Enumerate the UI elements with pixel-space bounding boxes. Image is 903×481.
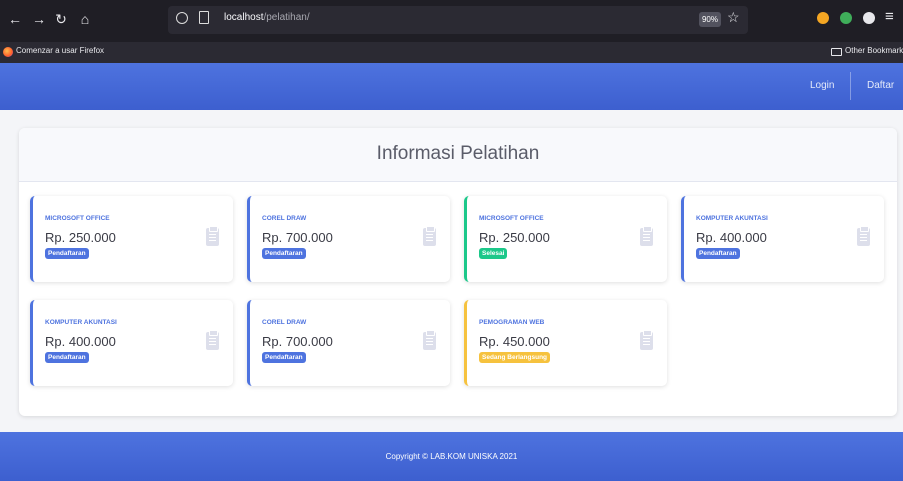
folder-icon bbox=[831, 48, 842, 56]
status-badge: Selesai bbox=[479, 248, 508, 259]
status-badge: Pendaftaran bbox=[45, 248, 89, 259]
star-icon[interactable]: ☆ bbox=[727, 9, 740, 26]
url-host: localhost bbox=[224, 12, 264, 23]
panel-header: Informasi Pelatihan bbox=[19, 128, 897, 182]
copyright-text: Copyright © LAB.KOM UNISKA 2021 bbox=[385, 452, 518, 461]
page-icon bbox=[199, 11, 209, 24]
status-badge: Pendaftaran bbox=[45, 352, 89, 363]
reload-icon[interactable]: ↻ bbox=[52, 10, 70, 28]
footer: Copyright © LAB.KOM UNISKA 2021 bbox=[0, 432, 903, 481]
clipboard-icon bbox=[857, 226, 870, 246]
nav-divider bbox=[850, 72, 851, 100]
training-name: PEMOGRAMAN WEB bbox=[479, 319, 545, 326]
training-card[interactable]: MICROSOFT OFFICE Rp. 250.000 Selesai bbox=[464, 196, 667, 282]
bookmark-other[interactable]: Other Bookmarks bbox=[845, 46, 903, 55]
login-link[interactable]: Login bbox=[810, 80, 834, 91]
training-card[interactable]: COREL DRAW Rp. 700.000 Pendaftaran bbox=[247, 196, 450, 282]
zoom-badge[interactable]: 90% bbox=[699, 12, 721, 27]
training-name: COREL DRAW bbox=[262, 215, 307, 222]
browser-toolbar: ← → ↻ ⌂ localhost/pelatihan/ 90% ☆ ≡ bbox=[0, 0, 903, 42]
home-icon[interactable]: ⌂ bbox=[76, 10, 94, 28]
extension-icon[interactable] bbox=[863, 12, 875, 24]
clipboard-icon bbox=[206, 330, 219, 350]
training-price: Rp. 250.000 bbox=[479, 230, 550, 245]
training-price: Rp. 400.000 bbox=[45, 334, 116, 349]
url-path: /pelatihan/ bbox=[263, 12, 310, 23]
training-name: COREL DRAW bbox=[262, 319, 307, 326]
forward-icon[interactable]: → bbox=[30, 10, 48, 28]
app-navbar: Login Daftar bbox=[0, 63, 903, 110]
training-name: MICROSOFT OFFICE bbox=[479, 215, 544, 222]
extension-icon[interactable] bbox=[840, 12, 852, 24]
status-badge: Pendaftaran bbox=[262, 248, 306, 259]
clipboard-icon bbox=[640, 330, 653, 350]
training-price: Rp. 700.000 bbox=[262, 230, 333, 245]
back-icon[interactable]: ← bbox=[6, 10, 24, 28]
status-badge: Pendaftaran bbox=[262, 352, 306, 363]
bookmark-firefox[interactable]: Comenzar a usar Firefox bbox=[16, 46, 104, 55]
extension-icon[interactable] bbox=[817, 12, 829, 24]
training-price: Rp. 700.000 bbox=[262, 334, 333, 349]
shield-icon[interactable] bbox=[176, 12, 188, 24]
training-price: Rp. 250.000 bbox=[45, 230, 116, 245]
clipboard-icon bbox=[206, 226, 219, 246]
clipboard-icon bbox=[423, 226, 436, 246]
firefox-icon bbox=[3, 47, 13, 57]
training-card[interactable]: MICROSOFT OFFICE Rp. 250.000 Pendaftaran bbox=[30, 196, 233, 282]
clipboard-icon bbox=[423, 330, 436, 350]
training-price: Rp. 450.000 bbox=[479, 334, 550, 349]
bookmarks-bar: Comenzar a usar Firefox Other Bookmarks bbox=[0, 42, 903, 63]
menu-icon[interactable]: ≡ bbox=[885, 8, 894, 25]
status-badge: Sedang Berlangsung bbox=[479, 352, 551, 363]
url-text[interactable]: localhost/pelatihan/ bbox=[224, 12, 310, 23]
training-card[interactable]: KOMPUTER AKUNTASI Rp. 400.000 Pendaftara… bbox=[681, 196, 884, 282]
training-card[interactable]: KOMPUTER AKUNTASI Rp. 400.000 Pendaftara… bbox=[30, 300, 233, 386]
training-card[interactable]: COREL DRAW Rp. 700.000 Pendaftaran bbox=[247, 300, 450, 386]
training-name: MICROSOFT OFFICE bbox=[45, 215, 110, 222]
training-card[interactable]: PEMOGRAMAN WEB Rp. 450.000 Sedang Berlan… bbox=[464, 300, 667, 386]
training-name: KOMPUTER AKUNTASI bbox=[696, 215, 768, 222]
page-title: Informasi Pelatihan bbox=[376, 143, 540, 164]
training-name: KOMPUTER AKUNTASI bbox=[45, 319, 117, 326]
status-badge: Pendaftaran bbox=[696, 248, 740, 259]
training-panel: Informasi Pelatihan MICROSOFT OFFICE Rp.… bbox=[19, 128, 897, 416]
register-link[interactable]: Daftar bbox=[867, 80, 894, 91]
clipboard-icon bbox=[640, 226, 653, 246]
training-price: Rp. 400.000 bbox=[696, 230, 767, 245]
